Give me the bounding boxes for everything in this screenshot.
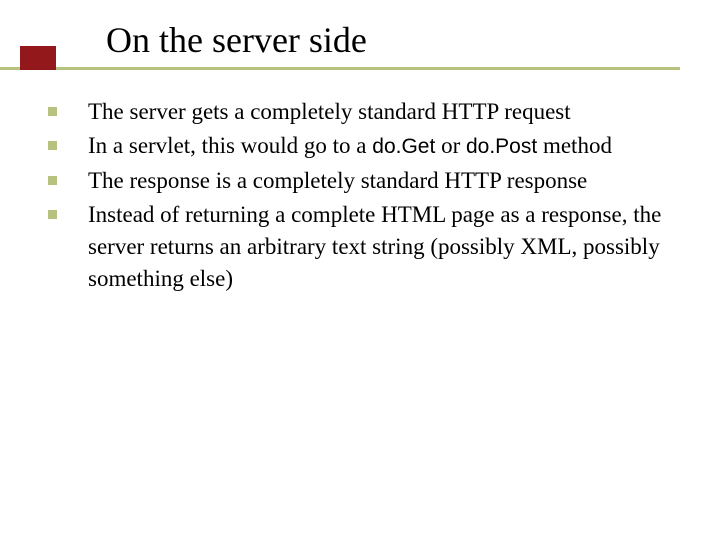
bullet-text: In a servlet, this would go to a do.Get … [88, 130, 688, 163]
bullet-icon [48, 96, 88, 116]
list-item: Instead of returning a complete HTML pag… [48, 199, 688, 295]
accent-block [20, 46, 56, 70]
text-fragment: or [435, 133, 466, 158]
list-item: The server gets a completely standard HT… [48, 96, 688, 128]
bullet-text: The server gets a completely standard HT… [88, 96, 688, 128]
bullet-icon [48, 130, 88, 150]
code-fragment: do.Post [466, 135, 537, 158]
title-bar: On the server side [0, 20, 680, 70]
bullet-text: The response is a completely standard HT… [88, 165, 688, 197]
bullet-icon [48, 199, 88, 219]
code-fragment: do.Get [372, 135, 435, 158]
page-title: On the server side [106, 20, 367, 60]
text-fragment: method [537, 133, 612, 158]
bullet-text: Instead of returning a complete HTML pag… [88, 199, 688, 295]
accent-underline [0, 67, 680, 70]
list-item: In a servlet, this would go to a do.Get … [48, 130, 688, 163]
text-fragment: In a servlet, this would go to a [88, 133, 372, 158]
bullet-list: The server gets a completely standard HT… [48, 96, 688, 297]
list-item: The response is a completely standard HT… [48, 165, 688, 197]
slide: On the server side The server gets a com… [0, 0, 720, 540]
bullet-icon [48, 165, 88, 185]
